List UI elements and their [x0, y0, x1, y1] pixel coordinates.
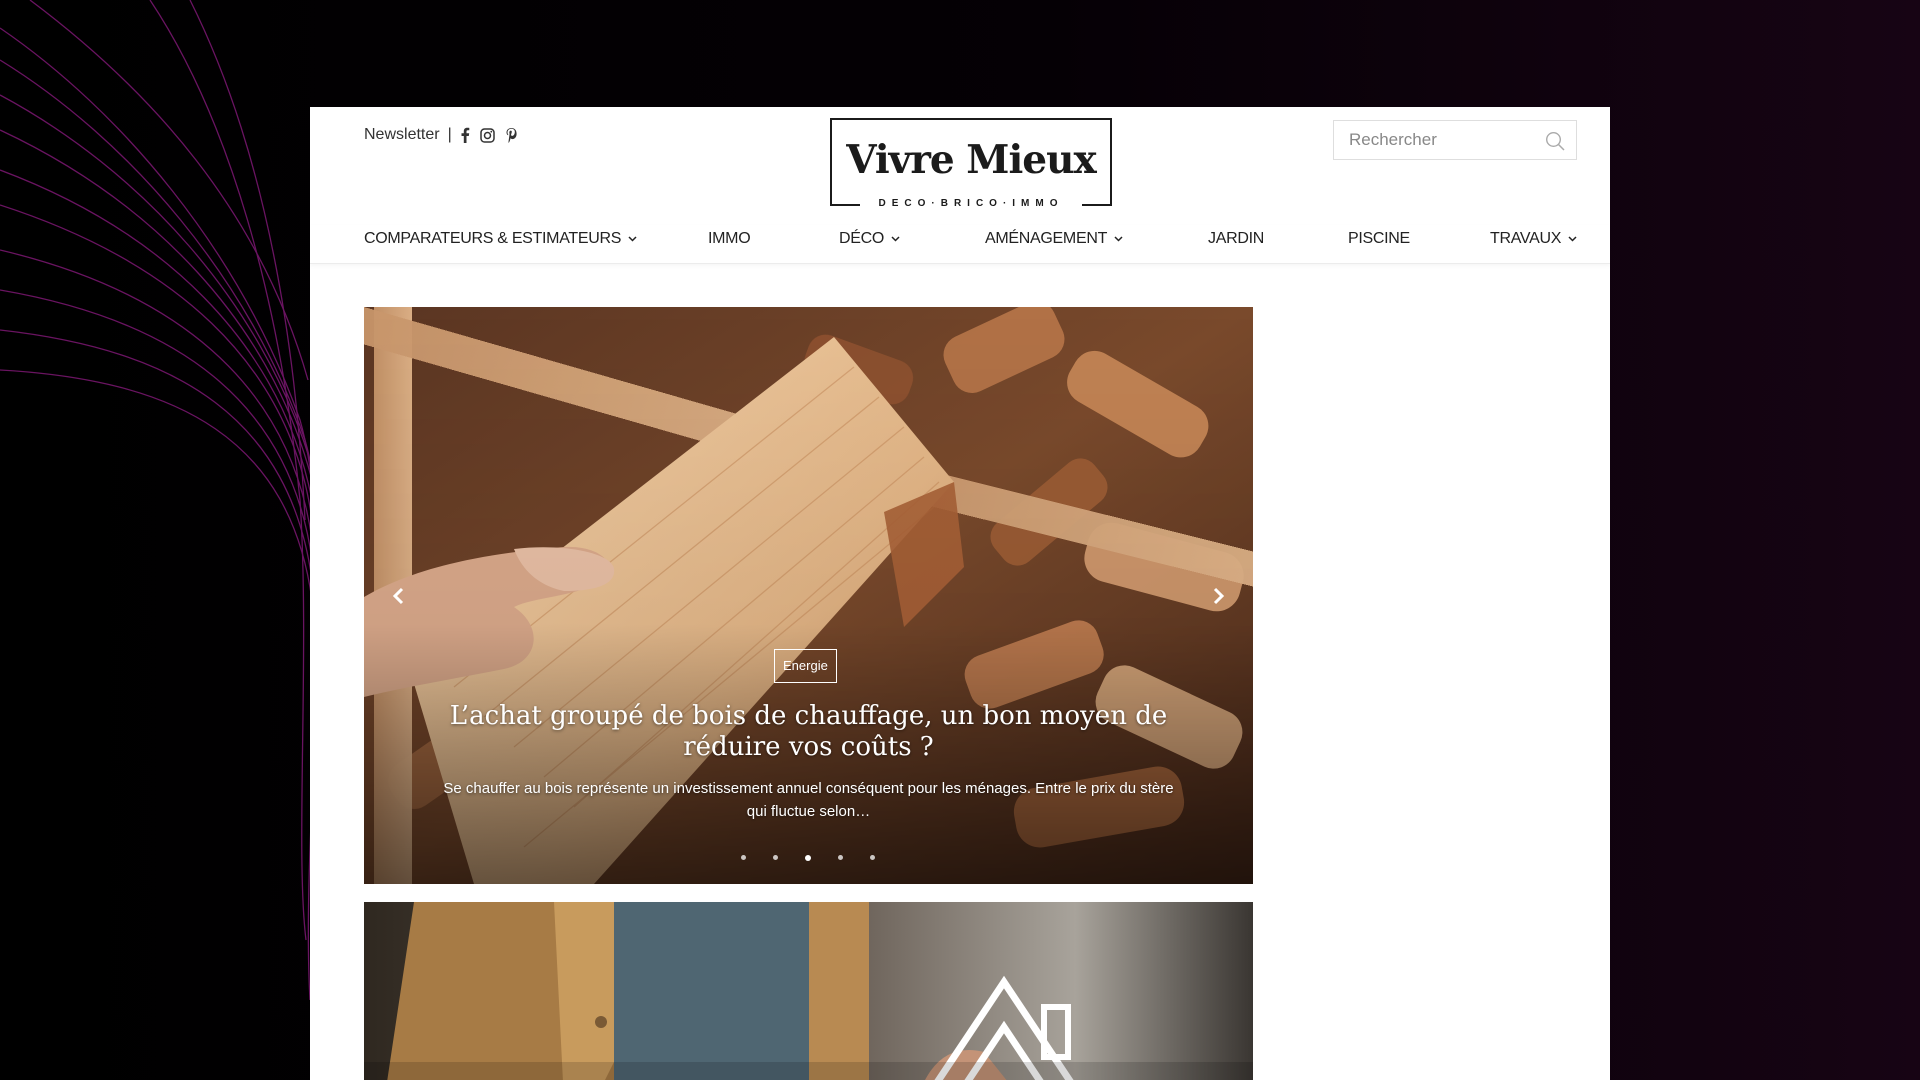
browser-page: Newsletter | Vivre Mieux DECO·BRICO·IMMO… — [310, 107, 1610, 1080]
nav-item-immo[interactable]: IMMO — [708, 225, 751, 253]
main-navigation: COMPARATEURS & ESTIMATEURS IMMO DÉCO AMÉ… — [310, 225, 1610, 264]
facebook-icon[interactable] — [460, 127, 470, 143]
article-image — [364, 902, 1253, 1080]
second-article-card[interactable] — [364, 902, 1253, 1080]
top-utility-bar: Newsletter | — [364, 126, 528, 144]
slider-dot[interactable] — [773, 855, 778, 860]
chevron-down-icon — [628, 236, 637, 242]
slider-prev-arrow[interactable] — [388, 585, 410, 607]
nav-item-piscine[interactable]: PISCINE — [1348, 225, 1410, 253]
slider-dot[interactable] — [870, 855, 875, 860]
nav-item-label: COMPARATEURS & ESTIMATEURS — [364, 230, 622, 247]
pinterest-icon[interactable] — [505, 127, 518, 143]
slider-next-arrow[interactable] — [1207, 585, 1229, 607]
nav-item-deco[interactable]: DÉCO — [839, 225, 900, 253]
slider-dot[interactable] — [838, 855, 843, 860]
nav-item-label: JARDIN — [1208, 230, 1264, 247]
nav-item-label: PISCINE — [1348, 230, 1410, 247]
instagram-icon[interactable] — [479, 127, 495, 143]
separator: | — [447, 126, 452, 143]
slider-dot-active[interactable] — [805, 855, 811, 861]
chevron-down-icon — [1568, 236, 1577, 242]
featured-slider[interactable]: Energie L’achat groupé de bois de chauff… — [364, 307, 1253, 884]
nav-item-travaux[interactable]: TRAVAUX — [1490, 225, 1577, 253]
nav-item-label: IMMO — [708, 230, 751, 247]
site-logo[interactable]: Vivre Mieux DECO·BRICO·IMMO — [830, 118, 1112, 213]
logo-subtitle: DECO·BRICO·IMMO — [860, 195, 1082, 213]
slide-title[interactable]: L’achat groupé de bois de chauffage, un … — [424, 701, 1193, 763]
logo-title: Vivre Mieux — [846, 137, 1096, 183]
newsletter-link[interactable]: Newsletter — [364, 126, 440, 144]
category-badge[interactable]: Energie — [774, 649, 837, 683]
slide-excerpt: Se chauffer au bois représente un invest… — [443, 780, 1174, 820]
slider-dot[interactable] — [741, 855, 746, 860]
nav-item-jardin[interactable]: JARDIN — [1208, 225, 1264, 253]
search-box — [1333, 120, 1577, 160]
slider-pagination — [741, 855, 902, 861]
nav-item-amenagement[interactable]: AMÉNAGEMENT — [985, 225, 1123, 253]
chevron-down-icon — [1114, 236, 1123, 242]
nav-item-label: AMÉNAGEMENT — [985, 230, 1108, 247]
nav-item-comparateurs[interactable]: COMPARATEURS & ESTIMATEURS — [364, 225, 637, 253]
chevron-down-icon — [891, 236, 900, 242]
search-input[interactable] — [1347, 129, 1541, 151]
search-icon[interactable] — [1545, 131, 1565, 156]
nav-item-label: DÉCO — [839, 230, 885, 247]
nav-item-label: TRAVAUX — [1490, 230, 1562, 247]
